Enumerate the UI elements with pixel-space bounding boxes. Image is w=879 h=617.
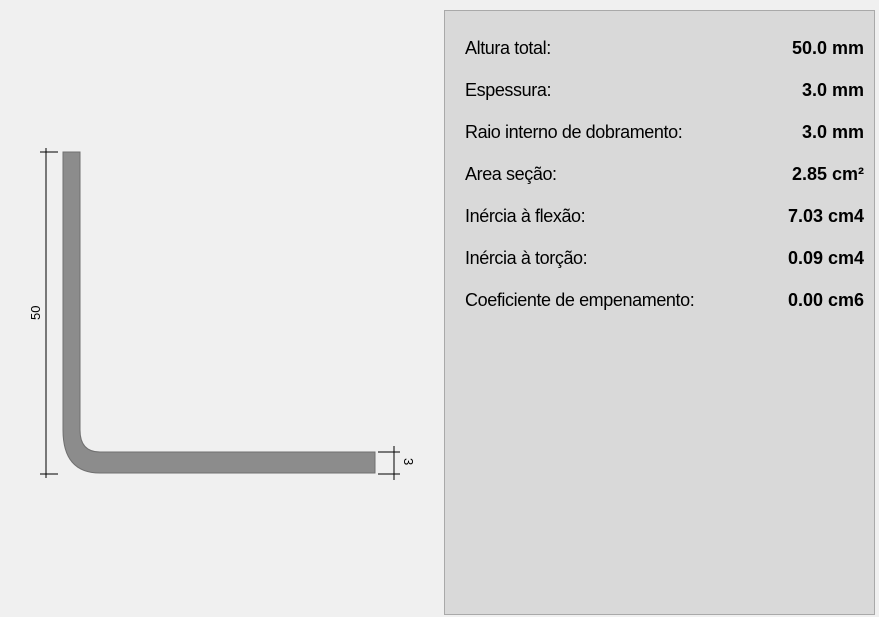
property-row-section-area: Area seção: 2.85 cm² (465, 161, 864, 187)
property-row-warping-coefficient: Coeficiente de empenamento: 0.00 cm6 (465, 287, 864, 313)
property-value: 3.0 mm (801, 122, 864, 142)
thickness-dimension (378, 446, 400, 480)
property-value: 50.0 mm (791, 38, 864, 58)
property-label: Raio interno de dobramento: (465, 122, 683, 142)
angle-profile-shape (62, 151, 376, 474)
property-label: Coeficiente de empenamento: (465, 290, 695, 310)
thickness-dimension-label: 3 (401, 458, 416, 465)
property-row-thickness: Espessura: 3.0 mm (465, 77, 864, 103)
property-label: Altura total: (465, 38, 551, 58)
property-label: Espessura: (465, 80, 552, 100)
property-row-bend-radius: Raio interno de dobramento: 3.0 mm (465, 119, 864, 145)
height-dimension-label: 50 (28, 306, 43, 320)
property-label: Inércia à flexão: (465, 206, 586, 226)
property-row-total-height: Altura total: 50.0 mm (465, 35, 864, 61)
section-properties-panel: Altura total: 50.0 mm Espessura: 3.0 mm … (444, 10, 875, 615)
property-value: 0.09 cm4 (787, 248, 864, 268)
property-label: Area seção: (465, 164, 557, 184)
property-row-torsion-inertia: Inércia à torção: 0.09 cm4 (465, 245, 864, 271)
section-drawing-panel: 50 3 (0, 0, 443, 617)
property-row-bending-inertia: Inércia à flexão: 7.03 cm4 (465, 203, 864, 229)
property-value: 0.00 cm6 (787, 290, 864, 310)
property-value: 7.03 cm4 (787, 206, 864, 226)
property-value: 3.0 mm (801, 80, 864, 100)
section-drawing: 50 3 (28, 148, 416, 480)
property-label: Inércia à torção: (465, 248, 588, 268)
property-value: 2.85 cm² (791, 164, 864, 184)
